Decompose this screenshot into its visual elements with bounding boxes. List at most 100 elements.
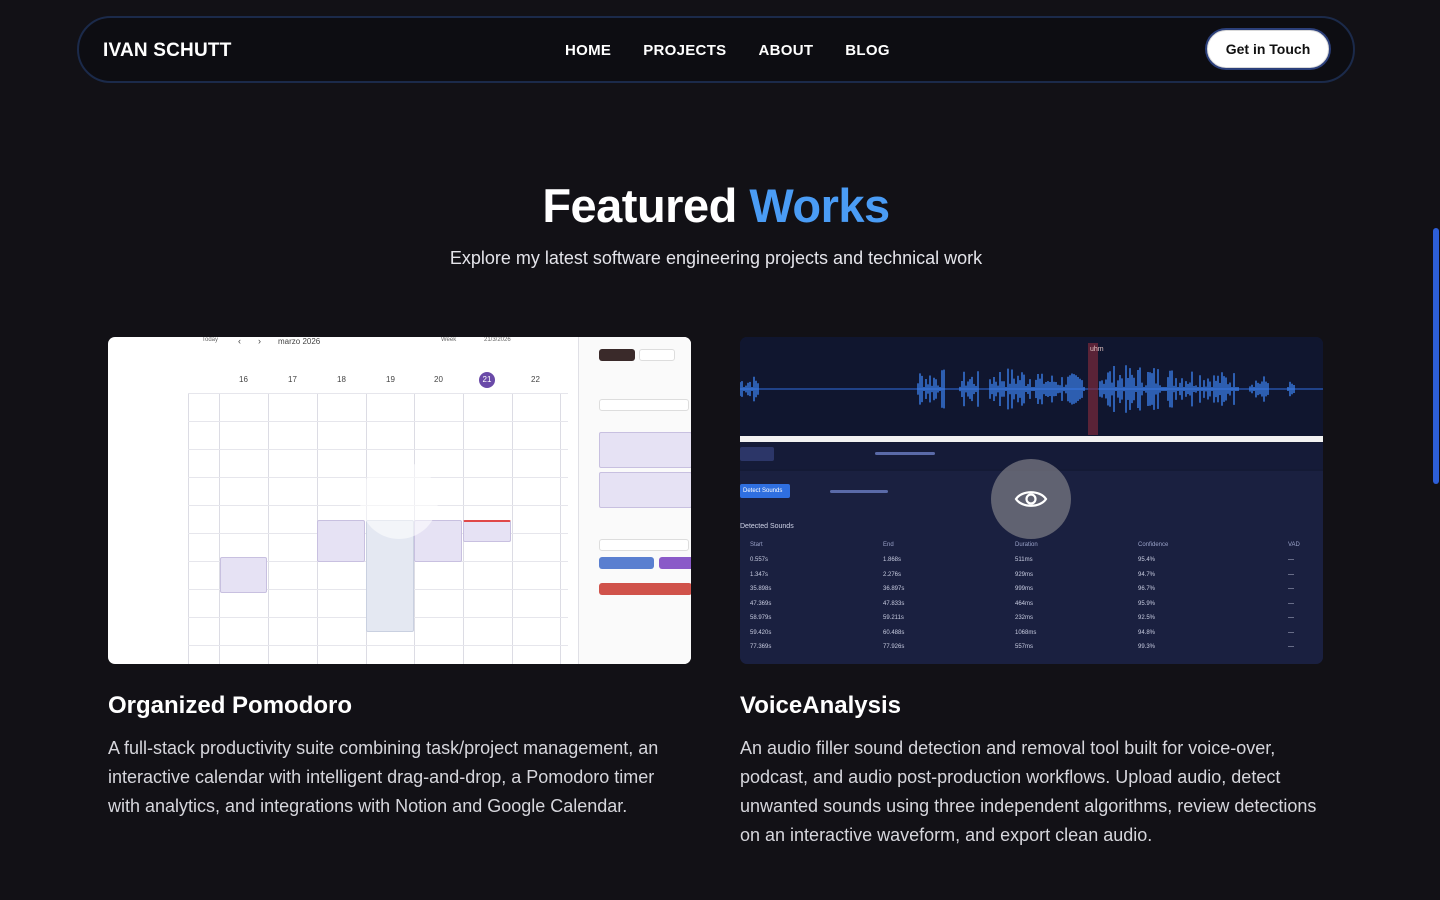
- waveform-area[interactable]: uhm: [740, 337, 1323, 437]
- zoom-slider[interactable]: [875, 452, 935, 455]
- calendar-view-select: Week: [441, 337, 457, 343]
- table-cell: 36.897s: [883, 586, 905, 592]
- table-cell: —: [1288, 586, 1294, 592]
- table-header-cell: Start: [750, 542, 763, 548]
- filler-marker-label: uhm: [1090, 346, 1104, 353]
- table-header-cell: Duration: [1015, 542, 1038, 548]
- panel-import-button[interactable]: [599, 557, 654, 569]
- table-cell: 60.488s: [883, 629, 905, 636]
- panel-block-card[interactable]: [599, 432, 691, 468]
- panel-block-card[interactable]: [599, 472, 691, 508]
- section-title: Featured Works: [0, 178, 1432, 233]
- nav-link-home[interactable]: HOME: [565, 42, 611, 59]
- panel-tab-button[interactable]: [639, 349, 675, 361]
- project-thumbnail-calendar[interactable]: Today ‹ › marzo 2026 Week 21/3/2026 16 1…: [108, 337, 691, 664]
- calendar-gridline: [219, 393, 220, 664]
- calendar-gridline: [512, 393, 513, 664]
- table-cell: 464ms: [1015, 600, 1034, 607]
- panel-filter-select[interactable]: [599, 399, 689, 411]
- project-title[interactable]: Organized Pomodoro: [108, 692, 691, 720]
- calendar-day-label: 22: [531, 375, 540, 384]
- preview-hover-overlay: [360, 461, 438, 539]
- calendar-gridline: [268, 393, 269, 664]
- table-cell: 92.5%: [1138, 615, 1156, 621]
- table-cell: 59.420s: [750, 629, 772, 636]
- calendar-side-panel: [578, 337, 691, 664]
- view-project-overlay[interactable]: [991, 459, 1071, 539]
- panel-export-button[interactable]: [659, 557, 691, 569]
- calendar-event[interactable]: [463, 520, 511, 542]
- table-cell: —: [1288, 644, 1294, 650]
- playback-progress-bar[interactable]: [740, 436, 1323, 442]
- section-subtitle: Explore my latest software engineering p…: [449, 248, 983, 268]
- calendar-day-label: 18: [337, 375, 346, 384]
- get-in-touch-button[interactable]: Get in Touch: [1207, 30, 1329, 68]
- table-cell: 929ms: [1015, 571, 1034, 578]
- table-cell: 47.369s: [750, 600, 772, 607]
- calendar-event[interactable]: [220, 557, 267, 593]
- calendar-event[interactable]: [317, 520, 365, 562]
- table-cell: —: [1288, 600, 1294, 607]
- calendar-gridline: [188, 393, 568, 394]
- panel-tab-button[interactable]: [599, 349, 635, 361]
- calendar-day-label: 19: [386, 375, 395, 384]
- table-cell: 95.4%: [1138, 557, 1156, 563]
- table-cell: 557ms: [1015, 644, 1034, 650]
- calendar-today-label: Today: [202, 337, 219, 343]
- navbar: IVAN SCHUTT HOME PROJECTS ABOUT BLOG Get…: [77, 16, 1355, 83]
- project-title[interactable]: VoiceAnalysis: [740, 692, 1323, 720]
- table-cell: 99.3%: [1138, 644, 1156, 650]
- project-thumbnail-waveform[interactable]: uhm Detect Sounds Detected Sounds Start E…: [740, 337, 1323, 664]
- nav-links: HOME PROJECTS ABOUT BLOG: [565, 42, 890, 59]
- table-cell: 999ms: [1015, 586, 1034, 592]
- nav-link-projects[interactable]: PROJECTS: [643, 42, 726, 59]
- table-cell: 96.7%: [1138, 586, 1156, 592]
- table-cell: 77.369s: [750, 644, 772, 650]
- calendar-day-label: 17: [288, 375, 297, 384]
- brand-logo[interactable]: IVAN SCHUTT: [103, 40, 232, 62]
- table-cell: 94.7%: [1138, 571, 1156, 578]
- play-pause-button[interactable]: [740, 447, 774, 461]
- table-cell: 1068ms: [1015, 629, 1037, 636]
- table-cell: 58.979s: [750, 615, 772, 621]
- table-cell: —: [1288, 629, 1294, 636]
- section-title-part2: Works: [749, 179, 890, 232]
- table-cell: 1.347s: [750, 571, 769, 578]
- table-cell: 77.926s: [883, 644, 905, 650]
- table-cell: 94.8%: [1138, 629, 1156, 636]
- detect-sounds-button[interactable]: Detect Sounds: [740, 484, 790, 498]
- table-header-cell: End: [883, 542, 894, 548]
- project-description: A full-stack productivity suite combinin…: [108, 738, 659, 816]
- eye-icon: [1014, 491, 1048, 507]
- table-cell: 59.211s: [883, 615, 904, 621]
- calendar-gridline: [188, 421, 568, 422]
- panel-week-select[interactable]: [599, 539, 689, 551]
- table-cell: 511ms: [1015, 557, 1033, 563]
- scrollbar-thumb[interactable]: [1433, 228, 1439, 484]
- project-card-organized-pomodoro[interactable]: Today ‹ › marzo 2026 Week 21/3/2026 16 1…: [108, 337, 691, 821]
- table-header-cell: VAD: [1288, 542, 1300, 548]
- table-cell: 2.276s: [883, 571, 902, 578]
- calendar-gridline: [560, 393, 561, 664]
- project-card-voiceanalysis[interactable]: uhm Detect Sounds Detected Sounds Start E…: [740, 337, 1323, 850]
- project-description: An audio filler sound detection and remo…: [740, 738, 1317, 845]
- calendar-month-label: marzo 2026: [278, 337, 321, 346]
- table-cell: 47.833s: [883, 600, 905, 607]
- table-cell: 0.557s: [750, 557, 769, 563]
- calendar-today-badge: 21: [479, 372, 495, 388]
- table-cell: 232ms: [1015, 615, 1034, 621]
- detected-sounds-title: Detected Sounds: [740, 523, 794, 530]
- calendar-date-select: 21/3/2026: [484, 337, 511, 343]
- nav-link-blog[interactable]: BLOG: [845, 42, 890, 59]
- waveform-graphic: [740, 343, 1323, 435]
- nav-link-about[interactable]: ABOUT: [758, 42, 813, 59]
- chevron-right-icon: ›: [258, 337, 261, 346]
- calendar-gridline: [188, 449, 568, 450]
- calendar-gridline: [188, 645, 568, 646]
- panel-delete-button[interactable]: [599, 583, 691, 595]
- calendar-day-label: 16: [239, 375, 248, 384]
- table-cell: 35.898s: [750, 586, 772, 592]
- table-cell: 1.868s: [883, 557, 902, 563]
- threshold-slider[interactable]: [830, 490, 888, 493]
- calendar-day-label: 20: [434, 375, 443, 384]
